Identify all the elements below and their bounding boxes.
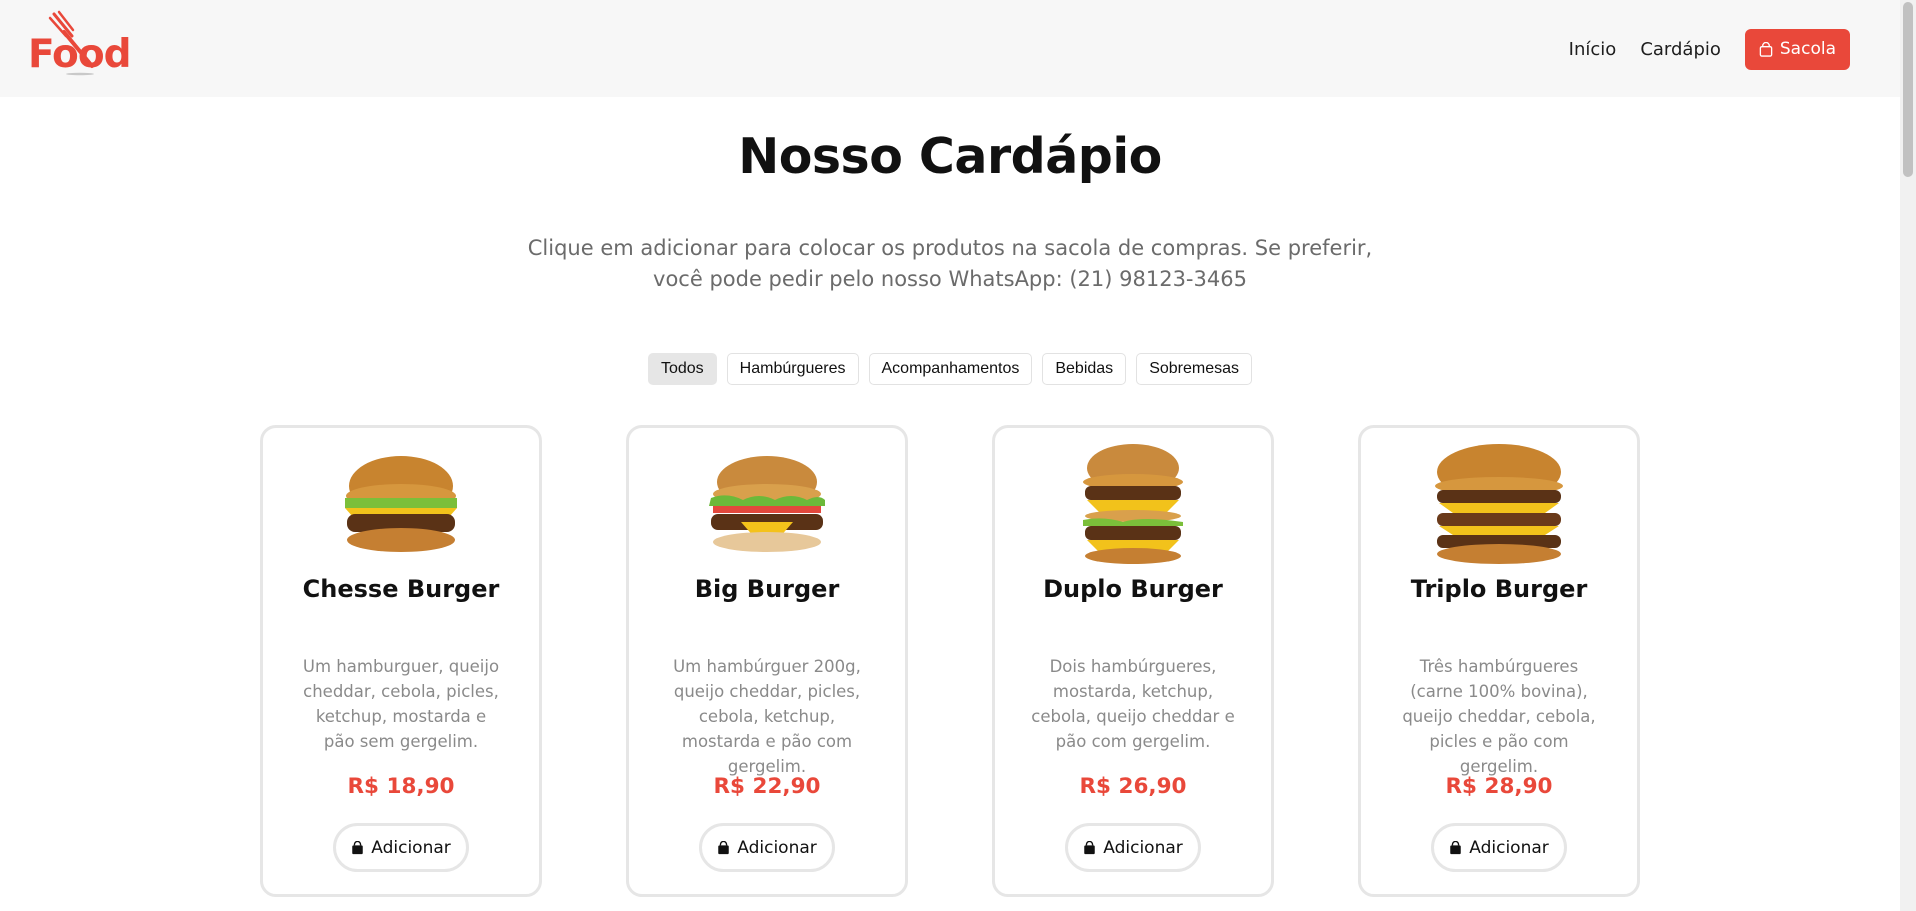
product-image [629, 438, 905, 578]
food-logo[interactable]: Food [28, 10, 132, 80]
big-burger-image [709, 456, 825, 552]
top-header: Food Início Cardápio Sacola [0, 0, 1900, 97]
bag-button-label: Sacola [1779, 39, 1836, 59]
filter-sobremesas[interactable]: Sobremesas [1136, 353, 1253, 385]
page-subtitle: Clique em adicionar para colocar os prod… [527, 236, 1373, 291]
product-card: Triplo Burger Três hambúrgueres (carne 1… [1358, 425, 1640, 897]
product-description: Um hamburguer, queijo cheddar, cebola, p… [302, 657, 500, 751]
product-name: Chesse Burger [302, 575, 500, 603]
double-burger-image [1083, 444, 1183, 564]
product-price: R$ 26,90 [1079, 774, 1187, 799]
product-price: R$ 22,90 [713, 774, 821, 799]
main-nav: Início Cardápio Sacola [1569, 28, 1850, 70]
cheeseburger-image [345, 456, 457, 552]
add-button-label: Adicionar [1469, 837, 1549, 858]
shopping-bag-icon [718, 840, 729, 854]
product-description: Dois hambúrgueres, mostarda, ketchup, ce… [1031, 657, 1235, 751]
product-grid: Chesse Burger Um hamburguer, queijo ched… [260, 425, 1644, 911]
add-button-label: Adicionar [737, 837, 817, 858]
product-price: R$ 18,90 [347, 774, 455, 799]
add-button-label: Adicionar [1103, 837, 1183, 858]
add-button-label: Adicionar [371, 837, 451, 858]
filter-bebidas[interactable]: Bebidas [1042, 353, 1127, 385]
product-price: R$ 28,90 [1445, 774, 1553, 799]
shopping-bag-icon [352, 840, 363, 854]
nav-link-cardapio[interactable]: Cardápio [1640, 39, 1721, 60]
triple-burger-image [1435, 444, 1563, 564]
product-image [1361, 438, 1637, 578]
category-filters: Todos Hambúrgueres Acompanhamentos Bebid… [0, 353, 1900, 385]
add-to-bag-button[interactable]: Adicionar [1431, 823, 1567, 872]
shopping-bag-icon [1450, 840, 1461, 854]
product-card: Duplo Burger Dois hambúrgueres, mostarda… [992, 425, 1274, 897]
page-title: Nosso Cardápio [738, 128, 1162, 185]
filter-hamburgueres[interactable]: Hambúrgueres [726, 353, 859, 385]
product-name: Big Burger [694, 575, 840, 603]
page-scrollbar[interactable] [1900, 0, 1916, 911]
product-description: Três hambúrgueres (carne 100% bovina), q… [1402, 657, 1596, 776]
product-card: Chesse Burger Um hamburguer, queijo ched… [260, 425, 542, 897]
add-to-bag-button[interactable]: Adicionar [699, 823, 835, 872]
product-image [263, 438, 539, 578]
add-to-bag-button[interactable]: Adicionar [333, 823, 469, 872]
product-card: Big Burger Um hambúrguer 200g, queijo ch… [626, 425, 908, 897]
bag-button[interactable]: Sacola [1744, 28, 1850, 70]
add-to-bag-button[interactable]: Adicionar [1065, 823, 1201, 872]
product-description: Um hambúrguer 200g, queijo cheddar, picl… [673, 657, 861, 776]
nav-link-inicio[interactable]: Início [1569, 39, 1617, 60]
product-image [995, 438, 1271, 578]
shopping-bag-icon [1084, 840, 1095, 854]
filter-acompanhamentos[interactable]: Acompanhamentos [868, 353, 1033, 385]
product-name: Triplo Burger [1410, 575, 1588, 603]
scrollbar-thumb[interactable] [1903, 2, 1913, 177]
filter-todos[interactable]: Todos [647, 353, 717, 385]
product-name: Duplo Burger [1043, 575, 1223, 603]
logo-text: Food [28, 32, 132, 77]
shopping-bag-icon [1759, 41, 1773, 57]
